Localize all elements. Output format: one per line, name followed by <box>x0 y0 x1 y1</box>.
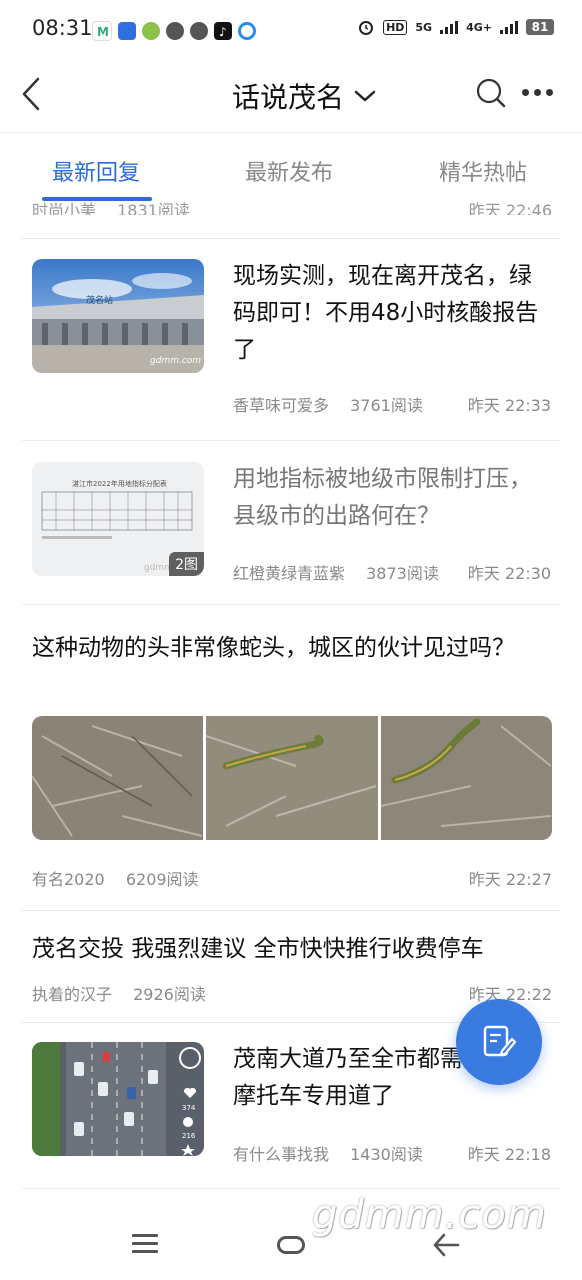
divider <box>22 1188 560 1189</box>
post-thumbnail: 374 216 <box>32 1042 204 1156</box>
4g-indicator: 4G+ <box>466 20 492 34</box>
post-image-2[interactable] <box>206 716 378 840</box>
tiktok-icon: ♪ <box>214 22 232 40</box>
post-author: 有名2020 <box>32 870 105 889</box>
post-author: 香草味可爱多 <box>233 396 330 415</box>
chevron-down-icon <box>354 90 376 102</box>
post-author: 有什么事找我 <box>233 1145 330 1164</box>
thumbnail-likes: 374 <box>182 1104 196 1112</box>
notification-icons: M ♪ <box>92 21 256 41</box>
post-meta: 香草味可爱多 3761阅读 昨天 22:33 <box>233 392 551 416</box>
thumbnail-watermark: gdmm.com <box>150 356 201 366</box>
divider <box>22 440 560 441</box>
tab-bar: 最新回复 最新发布 精华热帖 <box>0 132 582 203</box>
svg-text:湛江市2022年用地指标分配表: 湛江市2022年用地指标分配表 <box>72 479 167 488</box>
green-app-icon <box>142 22 160 40</box>
post-title: 现场实测，现在离开茂名，绿码即可！不用48小时核酸报告了 <box>233 263 539 363</box>
new-post-button[interactable] <box>456 999 542 1085</box>
post-time: 昨天 22:46 <box>468 201 552 215</box>
post-image-grid <box>32 716 552 840</box>
chat-app-icon <box>190 22 208 40</box>
search-button[interactable] <box>474 76 508 110</box>
divider <box>22 604 560 605</box>
post-thumbnail: 茂名站 gdmm.com <box>32 259 204 373</box>
tab-featured[interactable]: 精华热帖 <box>439 155 527 187</box>
back-button[interactable] <box>14 74 48 114</box>
more-button[interactable] <box>522 82 562 102</box>
post-meta: 红橙黄绿青蓝紫 3873阅读 昨天 22:30 <box>233 560 551 584</box>
home-icon[interactable] <box>277 1236 305 1254</box>
watermark: gdmm.com <box>312 1192 547 1238</box>
chevron-left-icon <box>22 77 40 111</box>
post-reads: 3761阅读 <box>350 396 423 415</box>
post-reads: 6209阅读 <box>125 870 199 889</box>
mail-app-icon: M <box>92 21 112 41</box>
post-reads: 1831阅读 <box>117 201 190 215</box>
alarm-icon <box>359 21 374 35</box>
page-title: 话说茂名 <box>232 81 345 114</box>
image-count-badge: 2图 <box>169 552 204 576</box>
system-indicators: HD 5G 4G+ 81 <box>357 18 554 36</box>
post-time: 昨天 22:33 <box>467 396 551 415</box>
post-title: 用地指标被地级市限制打压，县级市的出路何在？ <box>233 466 532 529</box>
tab-latest-post[interactable]: 最新发布 <box>245 155 333 187</box>
post-author: 时尚小美 <box>32 201 97 215</box>
post-author: 执着的汉子 <box>32 985 113 1004</box>
compass-app-icon <box>166 22 184 40</box>
post-reads: 3873阅读 <box>366 564 439 583</box>
post-meta: 有什么事找我 1430阅读 昨天 22:18 <box>233 1141 551 1165</box>
post-thumbnail: 湛江市2022年用地指标分配表 gdmm 2图 <box>32 462 204 576</box>
svg-text:♪: ♪ <box>219 25 227 39</box>
post-meta-partial: 时尚小美 1831阅读 昨天 22:46 <box>32 197 552 215</box>
hd-indicator: HD <box>383 19 408 35</box>
more-dots-icon <box>522 88 529 96</box>
menu-icon[interactable] <box>132 1234 158 1254</box>
post-title: 这种动物的头非常像蛇头，城区的伙计见过吗？ <box>32 635 515 661</box>
post-reads: 1430阅读 <box>350 1145 423 1164</box>
post-reads: 2926阅读 <box>133 985 206 1004</box>
status-bar: 08:31 M ♪ HD 5G 4G+ 81 <box>0 0 582 62</box>
divider <box>22 238 560 239</box>
post-time: 昨天 22:27 <box>468 870 552 889</box>
battery-icon: 81 <box>526 19 554 35</box>
post-time: 昨天 22:30 <box>467 564 551 583</box>
edit-post-icon <box>483 1025 517 1057</box>
search-icon <box>476 78 506 108</box>
ring-app-icon <box>238 22 256 40</box>
post-title: 茂名交投 我强烈建议 全市快快推行收费停车 <box>32 936 484 962</box>
tab-latest-reply[interactable]: 最新回复 <box>52 155 140 187</box>
nav-bar: 话说茂名 <box>0 62 582 130</box>
thumbnail-comments: 216 <box>182 1132 196 1140</box>
post-meta: 执着的汉子 2926阅读 昨天 22:22 <box>32 981 552 1005</box>
svg-text:M: M <box>97 25 109 39</box>
forum-switcher[interactable]: 话说茂名 <box>232 76 376 116</box>
divider <box>22 910 560 911</box>
post-author: 红橙黄绿青蓝紫 <box>233 564 346 583</box>
post-meta: 有名2020 6209阅读 昨天 22:27 <box>32 866 552 890</box>
post-time: 昨天 22:18 <box>467 1145 551 1164</box>
blue-app-icon <box>118 22 136 40</box>
post-image-3[interactable] <box>380 716 552 840</box>
post-image-1[interactable] <box>32 716 204 840</box>
status-time: 08:31 <box>32 16 93 40</box>
5g-indicator: 5G <box>415 20 433 34</box>
signal-icon-2 <box>500 20 518 34</box>
signal-icon <box>440 20 459 34</box>
thumbnail-caption: 茂名站 <box>86 294 113 306</box>
